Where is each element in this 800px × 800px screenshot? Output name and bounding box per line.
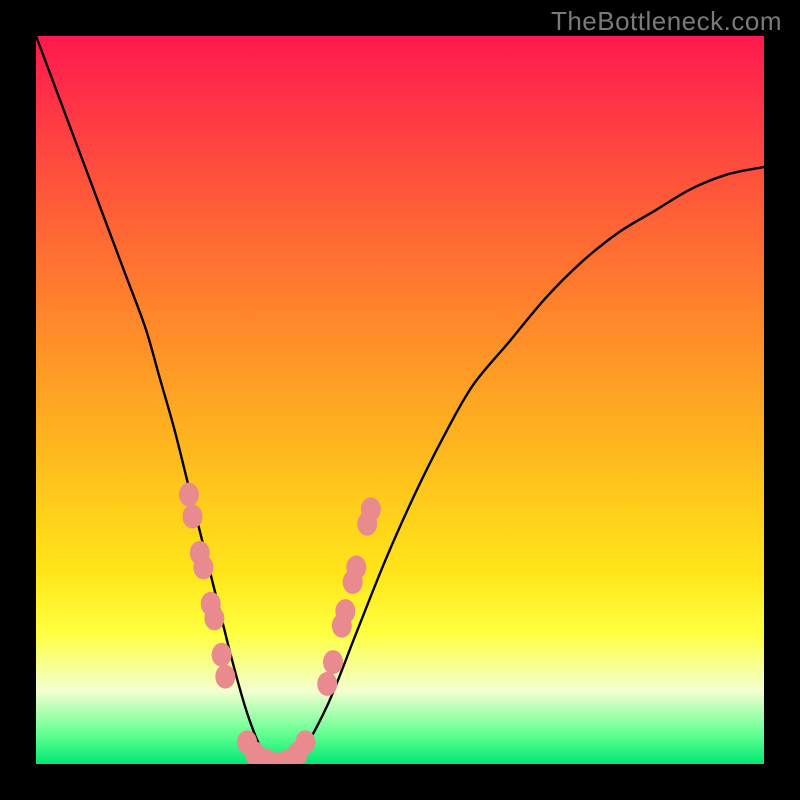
curve-marker (193, 555, 213, 579)
curve-marker (335, 599, 355, 623)
curve-marker (295, 730, 315, 754)
attribution-text: TheBottleneck.com (551, 6, 782, 37)
chart-svg (36, 36, 764, 764)
chart-frame (36, 36, 764, 764)
curve-marker (317, 672, 337, 696)
curve-marker (179, 483, 199, 507)
curve-marker (361, 497, 381, 521)
curve-marker (212, 643, 232, 667)
curve-marker (323, 650, 343, 674)
marker-group (179, 483, 381, 764)
curve-marker (215, 665, 235, 689)
bottleneck-curve (36, 36, 764, 764)
curve-marker (346, 555, 366, 579)
curve-marker (204, 606, 224, 630)
curve-marker (183, 505, 203, 529)
